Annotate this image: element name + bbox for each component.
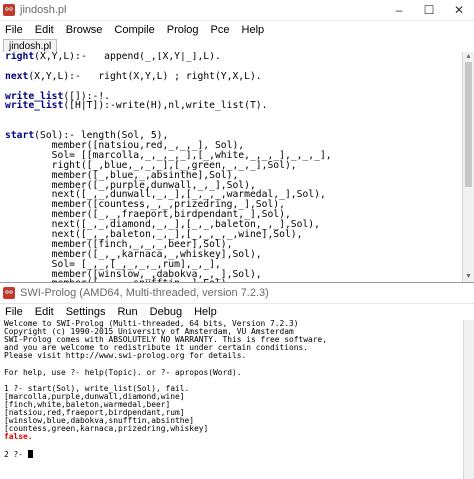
menu-help[interactable]: Help — [236, 24, 271, 36]
scroll-down-icon[interactable]: ▼ — [463, 272, 474, 282]
console-line: For help, use ?- help(Topic). or ?- apro… — [4, 367, 242, 377]
menu-compile[interactable]: Compile — [108, 24, 160, 36]
console-window-title: SWI-Prolog (AMD64, Multi-threaded, versi… — [20, 287, 269, 299]
code-line[interactable] — [5, 111, 462, 121]
menu-pce[interactable]: Pce — [205, 24, 236, 36]
code-line[interactable]: right(X,Y,L):- append(_,[X,Y|_],L). — [5, 52, 462, 62]
menu-settings[interactable]: Settings — [60, 306, 112, 318]
console-scrollbar[interactable] — [463, 320, 474, 479]
code-editor[interactable]: right(X,Y,L):- append(_,[X,Y|_],L). next(… — [0, 52, 462, 282]
tab-jindosh[interactable]: jindosh.pl — [3, 39, 58, 53]
editor-tabbar: jindosh.pl — [0, 38, 474, 53]
close-button[interactable]: ✕ — [444, 0, 474, 20]
code-text[interactable]: right(X,Y,L):- append(_,[X,Y|_],L). next(… — [0, 52, 462, 282]
maximize-button[interactable]: ☐ — [414, 0, 444, 20]
code-line[interactable]: write_list([H|T]):-write(H),nl,write_lis… — [5, 101, 462, 111]
menu-file[interactable]: File — [0, 306, 29, 318]
menu-prolog[interactable]: Prolog — [161, 24, 205, 36]
minimize-button[interactable]: – — [384, 0, 414, 20]
code-token: ([H|T]):-write(H),nl,write_list(T). — [63, 100, 268, 112]
menu-help[interactable]: Help — [188, 306, 223, 318]
menu-file[interactable]: File — [0, 24, 29, 36]
code-line[interactable]: next(X,Y,L):- right(X,Y,L) ; right(Y,X,L… — [5, 70, 462, 82]
editor-window: jindosh.pl – ☐ ✕ File Edit Browse Compil… — [0, 0, 474, 283]
console-output[interactable]: Welcome to SWI-Prolog (Multi-threaded, 6… — [0, 320, 463, 459]
editor-titlebar: jindosh.pl – ☐ ✕ — [0, 0, 474, 21]
code-token: (X,Y,L):- append(_,[X,Y|_],L). — [34, 52, 221, 62]
scrollbar-thumb[interactable] — [465, 62, 472, 187]
code-line[interactable]: member([_,_,_,snufftin,_],Sol). — [5, 279, 462, 282]
menu-browse[interactable]: Browse — [60, 24, 109, 36]
console-line: false. — [4, 432, 33, 442]
console-line: [countess,green,karnaca,prizedring,whisk… — [4, 424, 209, 434]
predicate-head: right — [5, 52, 35, 62]
predicate-head: next — [5, 70, 29, 82]
console-menubar: File Edit Settings Run Debug Help — [0, 304, 474, 320]
editor-menubar: File Edit Browse Compile Prolog Pce Help — [0, 21, 474, 38]
code-token: (X,Y,L):- right(X,Y,L) ; right(Y,X,L). — [28, 70, 262, 82]
menu-edit[interactable]: Edit — [29, 306, 60, 318]
menu-run[interactable]: Run — [111, 306, 143, 318]
swi-prolog-owl-icon — [3, 287, 15, 299]
editor-scrollbar[interactable]: ▲ ▼ — [462, 52, 474, 282]
swi-prolog-owl-icon — [3, 4, 15, 16]
text-cursor — [27, 449, 33, 458]
menu-edit[interactable]: Edit — [29, 24, 60, 36]
console-titlebar: SWI-Prolog (AMD64, Multi-threaded, versi… — [0, 283, 474, 304]
scroll-up-icon[interactable]: ▲ — [463, 52, 474, 62]
code-token: member([_,_,_,snufftin,_],Sol). — [5, 278, 233, 282]
predicate-head: write_list — [5, 100, 64, 112]
console-line: 2 ?- — [4, 449, 28, 459]
console-line: Please visit http://www.swi-prolog.org f… — [4, 351, 247, 361]
editor-window-title: jindosh.pl — [20, 4, 67, 16]
console-window: SWI-Prolog (AMD64, Multi-threaded, versi… — [0, 283, 474, 479]
menu-debug[interactable]: Debug — [144, 306, 188, 318]
console-terminal[interactable]: Welcome to SWI-Prolog (Multi-threaded, 6… — [0, 320, 463, 479]
